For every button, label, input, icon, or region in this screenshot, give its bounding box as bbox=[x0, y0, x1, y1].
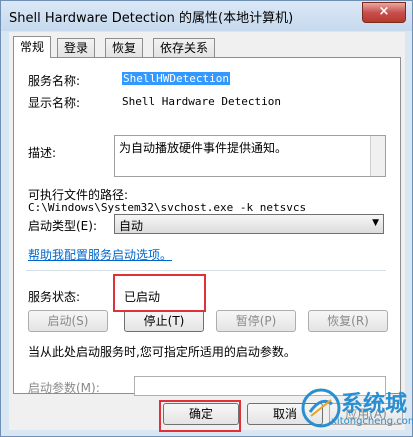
stop-button[interactable]: 停止(T) bbox=[124, 310, 204, 332]
tab-recovery[interactable]: 恢复 bbox=[105, 38, 144, 57]
watermark-url: xitongcheng.com bbox=[331, 416, 413, 427]
startup-type-value: 自动 bbox=[119, 219, 144, 233]
description-label: 描述: bbox=[28, 146, 57, 160]
watermark-brand: 系统城 bbox=[341, 392, 408, 417]
highlight-box-stop bbox=[113, 274, 206, 312]
pause-button[interactable]: 暂停(P) bbox=[216, 310, 296, 332]
help-link[interactable]: 帮助我配置服务启动选项。 bbox=[28, 246, 172, 263]
exe-path-value[interactable]: C:\Windows\System32\svchost.exe -k netsv… bbox=[28, 201, 306, 214]
close-button[interactable]: × bbox=[362, 2, 406, 23]
general-panel: 服务名称: ShellHWDetection 显示名称: Shell Hardw… bbox=[13, 57, 401, 396]
description-box[interactable]: 为自动播放硬件事件提供通知。 bbox=[114, 135, 386, 177]
status-label: 服务状态: bbox=[28, 290, 81, 304]
watermark: 系统城 xitongcheng.com bbox=[301, 384, 413, 434]
resume-button[interactable]: 恢复(R) bbox=[308, 310, 388, 332]
divider bbox=[26, 270, 386, 271]
window-title: Shell Hardware Detection 的属性(本地计算机) bbox=[9, 11, 294, 26]
properties-dialog: Shell Hardware Detection 的属性(本地计算机) × 常规… bbox=[0, 0, 413, 437]
tab-general[interactable]: 常规 bbox=[13, 36, 52, 58]
title-bar[interactable]: Shell Hardware Detection 的属性(本地计算机) × bbox=[1, 1, 412, 29]
description-scrollbar[interactable] bbox=[370, 136, 385, 176]
startup-type-select[interactable]: 自动 ▼ bbox=[114, 214, 384, 234]
dialog-client: 常规 登录 恢复 依存关系 服务名称: ShellHWDetection 显示名… bbox=[9, 32, 405, 430]
service-name-value[interactable]: ShellHWDetection bbox=[122, 72, 230, 85]
tab-dependencies[interactable]: 依存关系 bbox=[153, 38, 216, 57]
service-name-label: 服务名称: bbox=[28, 74, 81, 88]
highlight-box-ok bbox=[159, 400, 241, 432]
chevron-down-icon: ▼ bbox=[372, 218, 379, 228]
display-name-label: 显示名称: bbox=[28, 96, 81, 110]
start-button[interactable]: 启动(S) bbox=[28, 310, 108, 332]
display-name-value[interactable]: Shell Hardware Detection bbox=[122, 95, 281, 108]
startup-type-label: 启动类型(E): bbox=[28, 219, 97, 233]
tab-logon[interactable]: 登录 bbox=[57, 38, 96, 57]
description-text: 为自动播放硬件事件提供通知。 bbox=[119, 141, 288, 155]
start-params-hint: 当从此处启动服务时,您可指定所适用的启动参数。 bbox=[28, 345, 296, 359]
start-params-label: 启动参数(M): bbox=[28, 381, 100, 395]
